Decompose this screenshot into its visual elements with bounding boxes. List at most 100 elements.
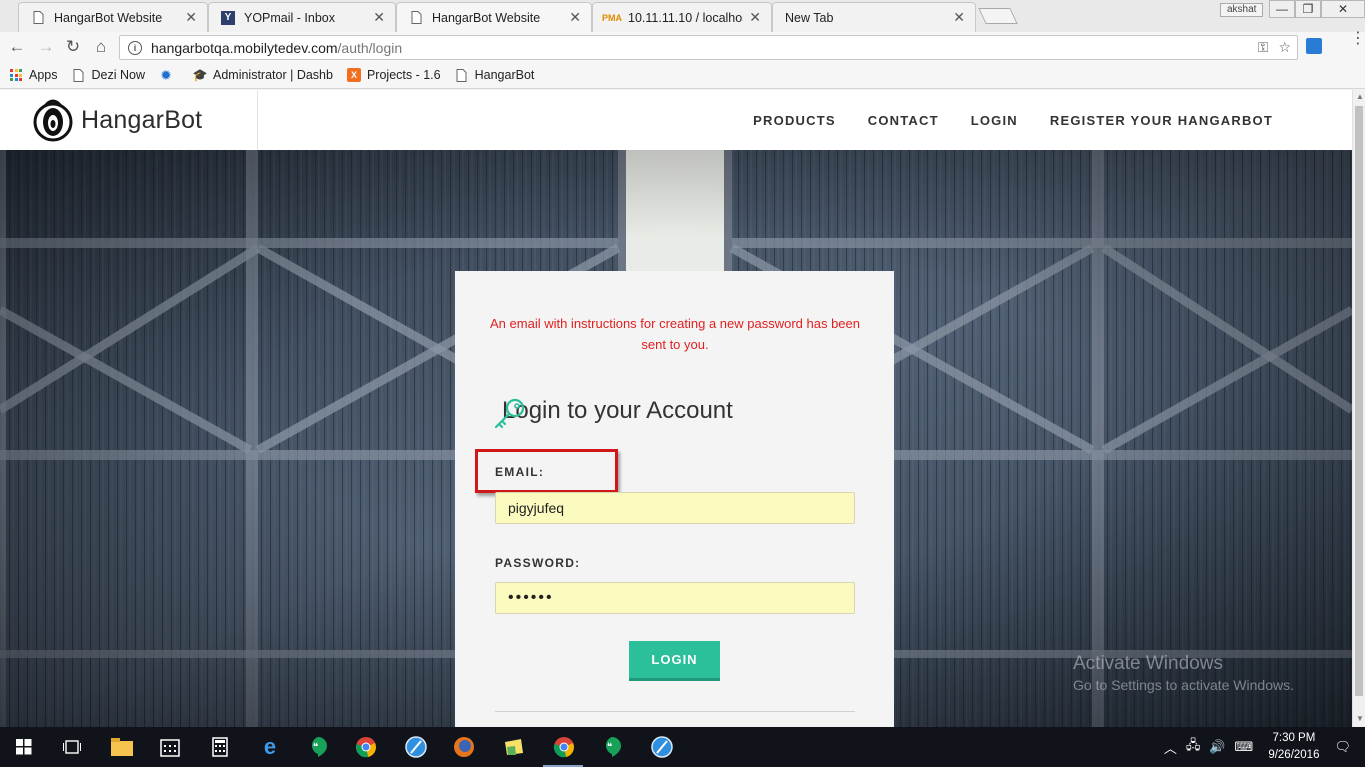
file-explorer-icon[interactable] xyxy=(110,735,134,759)
nav-register[interactable]: REGISTER YOUR HANGARBOT xyxy=(1050,113,1273,128)
volume-icon[interactable]: 🔊 xyxy=(1209,739,1225,755)
url-host: hangarbotqa.mobilytedev.com xyxy=(151,39,338,56)
chevron-up-icon[interactable]: ︿ xyxy=(1164,738,1177,757)
bookmark-administrator[interactable]: 🎓 Administrator | Dashb xyxy=(193,68,333,82)
sticky-notes-icon[interactable] xyxy=(502,735,526,759)
apps-grid-icon xyxy=(10,69,22,81)
browser-tab[interactable]: HangarBot Website ✕ xyxy=(18,2,208,32)
grad-cap-icon: 🎓 xyxy=(192,68,208,82)
close-icon[interactable]: ✕ xyxy=(749,9,761,26)
close-icon[interactable]: ✕ xyxy=(373,9,385,26)
close-icon[interactable]: ✕ xyxy=(953,9,965,26)
svg-text:❝: ❝ xyxy=(313,742,318,753)
task-view-icon[interactable] xyxy=(60,735,84,759)
notifications-icon[interactable]: 🗨 xyxy=(1334,739,1351,755)
tab-label: New Tab xyxy=(785,10,834,25)
yopmail-icon: Y xyxy=(221,10,235,25)
browser-toolbar: ← → ↻ ⌂ i hangarbotqa.mobilytedev.com/au… xyxy=(0,31,1365,62)
windows-start-icon[interactable] xyxy=(12,735,36,759)
info-icon[interactable]: i xyxy=(128,40,142,55)
main-nav: PRODUCTS CONTACT LOGIN REGISTER YOUR HAN… xyxy=(753,90,1273,150)
document-icon xyxy=(72,68,86,82)
nav-login[interactable]: LOGIN xyxy=(971,113,1018,128)
safari-icon[interactable] xyxy=(650,735,674,759)
bookmark-label: Apps xyxy=(29,68,58,82)
scroll-down-icon[interactable]: ▼ xyxy=(1356,714,1364,723)
nav-products[interactable]: PRODUCTS xyxy=(753,113,836,128)
logo-text: HangarBot xyxy=(81,105,203,134)
browser-tabstrip: HangarBot Website ✕ Y YOPmail - Inbox ✕ … xyxy=(0,0,1365,32)
bookmark-gear[interactable]: ✹ xyxy=(159,66,179,83)
tab-label: YOPmail - Inbox xyxy=(244,10,336,25)
bookmark-label: HangarBot xyxy=(474,68,535,82)
menu-icon[interactable]: ⋮ xyxy=(1350,31,1365,47)
scroll-up-icon[interactable]: ▲ xyxy=(1356,92,1364,101)
password-field[interactable] xyxy=(495,582,855,614)
window-close-icon[interactable]: ✕ xyxy=(1321,0,1365,18)
safari-icon[interactable] xyxy=(404,735,428,759)
address-bar[interactable]: i hangarbotqa.mobilytedev.com/auth/login… xyxy=(119,35,1298,60)
bookmark-apps[interactable]: Apps xyxy=(0,68,58,82)
clock-time: 7:30 PM xyxy=(1272,732,1316,744)
browser-tab[interactable]: New Tab ✕ xyxy=(772,2,976,32)
reload-icon[interactable]: ↻ xyxy=(63,37,83,57)
home-icon[interactable]: ⌂ xyxy=(91,37,111,57)
nav-contact[interactable]: CONTACT xyxy=(868,113,939,128)
network-icon[interactable]: 🖧 xyxy=(1186,736,1201,758)
hangouts-icon[interactable]: ❝ xyxy=(306,735,330,759)
bookmarks-bar: Apps Dezi Now ✹ 🎓 Administrator | Dashb … xyxy=(0,62,1365,89)
xampp-icon: X xyxy=(346,68,361,82)
chrome-icon[interactable] xyxy=(552,735,576,759)
browser-tab-active[interactable]: HangarBot Website ✕ xyxy=(396,2,592,32)
bookmark-star-icon[interactable]: ☆ xyxy=(1278,39,1291,56)
calendar-icon[interactable] xyxy=(158,735,182,759)
hangarbot-logo-icon xyxy=(33,99,73,142)
bookmark-label: Administrator | Dashb xyxy=(213,68,333,82)
browser-tab[interactable]: Y YOPmail - Inbox ✕ xyxy=(208,2,396,32)
tab-label: 10.11.11.10 / localhost / xyxy=(628,10,743,25)
tab-label: HangarBot Website xyxy=(54,10,163,25)
email-field[interactable] xyxy=(495,492,855,524)
hangouts-icon[interactable]: ❝ xyxy=(600,735,624,759)
back-icon[interactable]: ← xyxy=(7,37,27,57)
site-logo[interactable]: HangarBot xyxy=(33,96,202,144)
key-icon xyxy=(494,398,525,429)
close-icon[interactable]: ✕ xyxy=(185,9,197,26)
calculator-icon[interactable] xyxy=(208,735,232,759)
profile-button[interactable]: akshat xyxy=(1220,3,1264,17)
url-path: /auth/login xyxy=(337,39,403,56)
bookmark-label: Dezi Now xyxy=(91,68,146,82)
chrome-icon[interactable] xyxy=(354,735,378,759)
minimize-icon[interactable]: — xyxy=(1269,0,1295,18)
phpmyadmin-icon: PMA xyxy=(602,12,622,23)
header-divider xyxy=(257,90,258,150)
bookmark-projects[interactable]: X Projects - 1.6 xyxy=(346,68,441,82)
keyboard-icon[interactable]: ⌨ xyxy=(1235,739,1254,755)
scroll-thumb[interactable] xyxy=(1355,106,1363,696)
forward-icon[interactable]: → xyxy=(36,37,56,57)
page-scrollbar[interactable]: ▲ ▼ xyxy=(1352,90,1365,727)
tab-label: HangarBot Website xyxy=(432,10,541,25)
key-icon[interactable]: ⚿ xyxy=(1258,39,1269,56)
gear-blue-icon: ✹ xyxy=(160,66,172,83)
new-tab-button[interactable] xyxy=(978,8,1018,24)
windows-taskbar: e ❝ ❝ ︿ 🖧 🔊 ⌨ 7:30 PM 9/26/2016 🗨 xyxy=(0,727,1365,767)
bookmark-hangarbot[interactable]: HangarBot xyxy=(455,68,535,82)
watermark-line1: Activate Windows xyxy=(1073,653,1223,674)
svg-text:❝: ❝ xyxy=(607,742,612,753)
close-icon[interactable]: ✕ xyxy=(569,9,581,26)
system-tray: ︿ 🖧 🔊 ⌨ 7:30 PM 9/26/2016 🗨 xyxy=(1164,727,1351,767)
browser-tab[interactable]: PMA 10.11.11.10 / localhost / ✕ xyxy=(592,2,772,32)
login-card: An email with instructions for creating … xyxy=(455,271,894,727)
email-label: EMAIL: xyxy=(495,465,545,479)
activate-windows-watermark: Activate Windows Go to Settings to activ… xyxy=(1073,653,1294,693)
login-button[interactable]: LOGIN xyxy=(629,641,720,681)
hangar-hero: An email with instructions for creating … xyxy=(0,150,1352,727)
extension-icon[interactable] xyxy=(1306,38,1322,54)
bookmark-dezi-now[interactable]: Dezi Now xyxy=(72,68,146,82)
maximize-icon[interactable]: ❐ xyxy=(1295,0,1321,18)
edge-browser-icon[interactable]: e xyxy=(258,734,282,759)
document-icon xyxy=(409,11,423,25)
firefox-icon[interactable] xyxy=(452,735,476,759)
clock[interactable]: 7:30 PM 9/26/2016 xyxy=(1268,730,1319,764)
